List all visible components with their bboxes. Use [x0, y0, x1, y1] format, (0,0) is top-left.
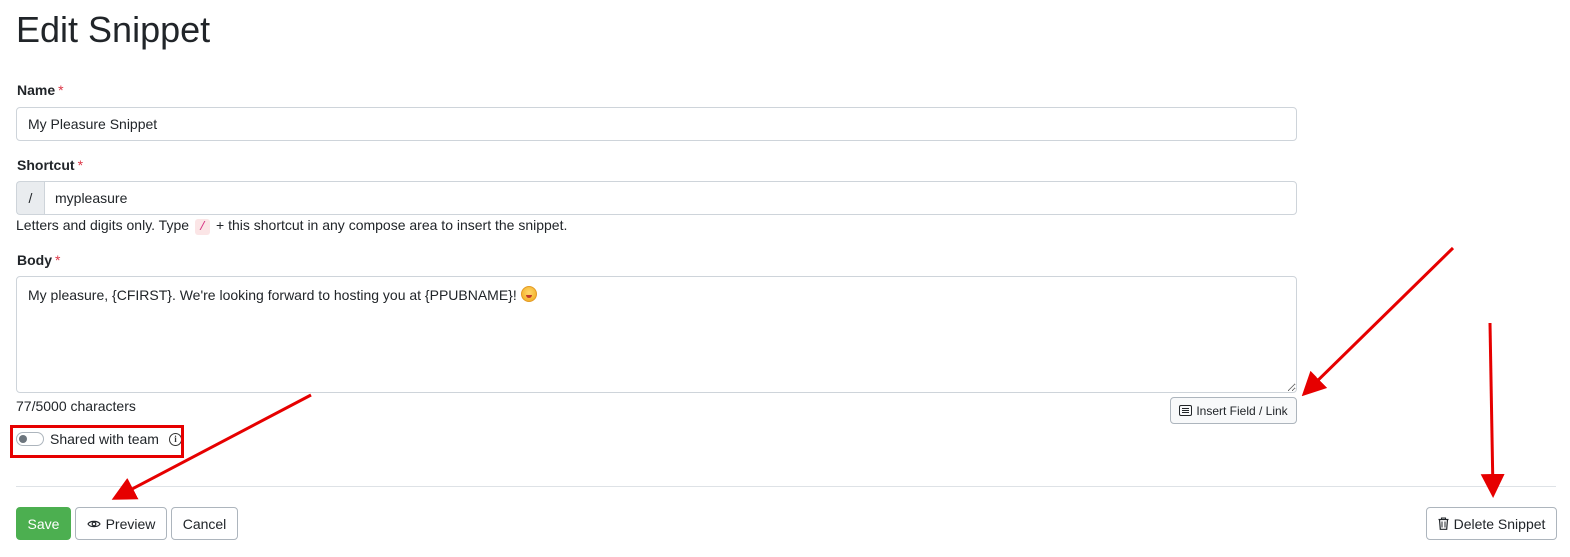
- trash-icon: [1438, 517, 1449, 530]
- help-code: /: [194, 219, 211, 235]
- save-button[interactable]: Save: [16, 507, 71, 540]
- char-counter: 77/5000 characters: [16, 398, 136, 414]
- list-box-icon: [1179, 405, 1193, 416]
- arrow-to-delete: [1480, 322, 1505, 498]
- shortcut-input-group: /: [16, 181, 1297, 215]
- body-label: Body *: [17, 252, 60, 268]
- cancel-button[interactable]: Cancel: [171, 507, 238, 540]
- shortcut-input[interactable]: [44, 181, 1297, 215]
- preview-label: Preview: [105, 515, 156, 532]
- annotation-highlight-box: [10, 425, 184, 458]
- shortcut-label: Shortcut *: [17, 157, 83, 173]
- shortcut-label-text: Shortcut: [17, 157, 75, 173]
- required-mark: *: [58, 82, 64, 98]
- eye-icon: [86, 520, 101, 527]
- body-textarea[interactable]: My pleasure, {CFIRST}. We're looking for…: [16, 276, 1297, 393]
- delete-snippet-button[interactable]: Delete Snippet: [1426, 507, 1557, 540]
- help-text-end: + this shortcut in any compose area to i…: [216, 217, 568, 233]
- insert-field-link-label: Insert Field / Link: [1196, 403, 1288, 418]
- name-input[interactable]: [16, 107, 1297, 141]
- required-mark: *: [77, 157, 84, 173]
- name-label: Name *: [17, 82, 64, 98]
- preview-button[interactable]: Preview: [75, 507, 167, 540]
- shortcut-prefix: /: [16, 181, 44, 215]
- required-mark: *: [55, 252, 61, 268]
- arrow-to-insert-field: [1301, 246, 1455, 397]
- help-text-start: Letters and digits only. Type: [16, 217, 190, 233]
- shortcut-help-text: Letters and digits only. Type / + this s…: [16, 216, 567, 236]
- name-label-text: Name: [17, 82, 56, 98]
- delete-snippet-label: Delete Snippet: [1453, 515, 1546, 532]
- insert-field-link-button[interactable]: Insert Field / Link: [1170, 397, 1297, 424]
- footer-divider: [16, 486, 1556, 487]
- page-title: Edit Snippet: [16, 9, 211, 50]
- grinning-face-emoji-icon: [521, 286, 537, 302]
- body-label-text: Body: [17, 252, 52, 268]
